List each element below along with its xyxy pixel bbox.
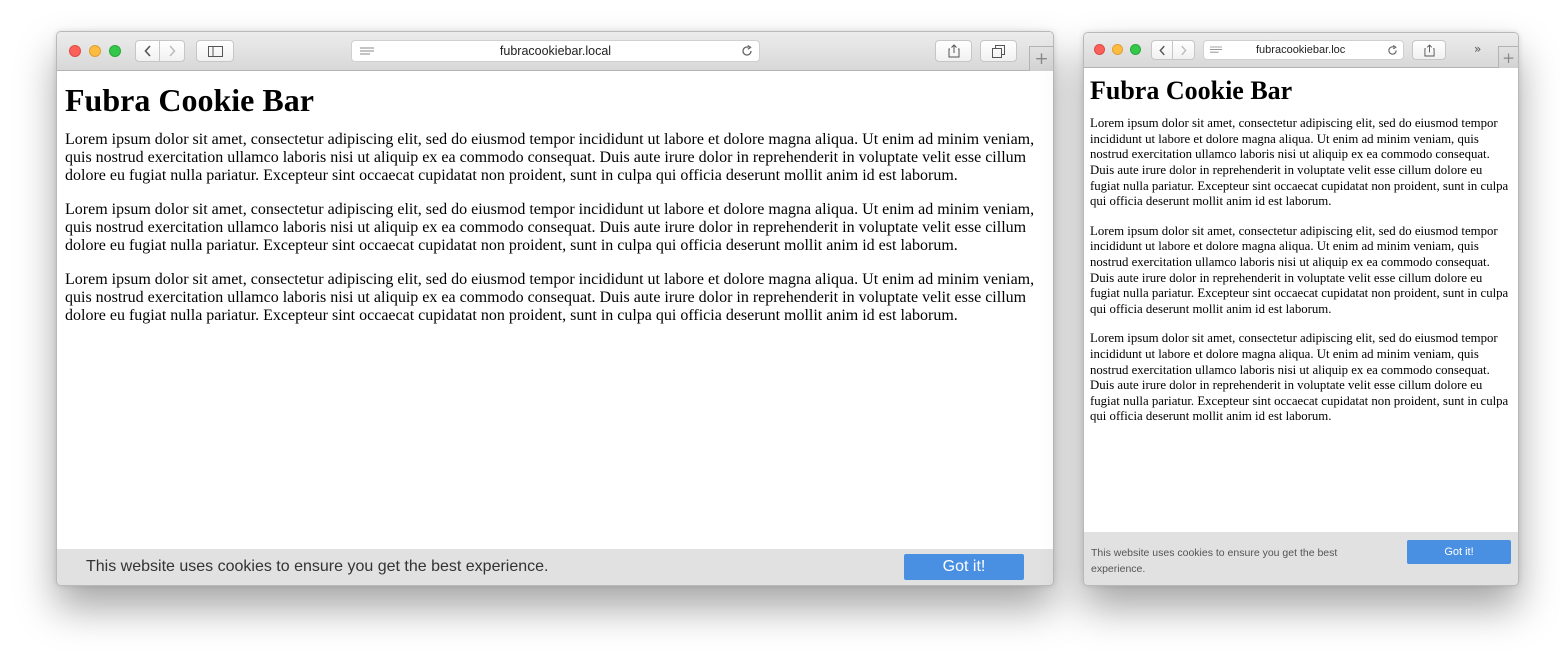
navigation-buttons — [135, 40, 185, 62]
new-tab-button[interactable]: + — [1029, 46, 1053, 71]
browser-toolbar: fubracookiebar.local + — [57, 32, 1053, 71]
close-window-button[interactable] — [69, 45, 81, 57]
back-button[interactable] — [135, 40, 160, 62]
plus-icon: + — [1502, 48, 1515, 67]
address-bar[interactable]: fubracookiebar.loc — [1203, 40, 1404, 60]
reload-icon[interactable] — [741, 45, 753, 57]
reader-icon[interactable] — [360, 47, 374, 56]
forward-button[interactable] — [1173, 40, 1195, 60]
paragraph: Lorem ipsum dolor sit amet, consectetur … — [1090, 331, 1509, 424]
overflow-button[interactable]: » — [1474, 42, 1481, 56]
cookie-bar: This website uses cookies to ensure you … — [57, 549, 1053, 585]
sidebar-button[interactable] — [196, 40, 234, 62]
paragraph: Lorem ipsum dolor sit amet, consectetur … — [65, 201, 1035, 255]
share-button[interactable] — [1412, 40, 1446, 60]
tabs-overview-icon — [992, 44, 1005, 58]
forward-button[interactable] — [160, 40, 185, 62]
paragraph: Lorem ipsum dolor sit amet, consectetur … — [65, 271, 1035, 325]
double-chevron-icon: » — [1474, 42, 1482, 56]
new-tab-button[interactable]: + — [1498, 46, 1518, 68]
tabs-overview-button[interactable] — [980, 40, 1017, 62]
chevron-right-icon — [169, 45, 176, 57]
address-bar[interactable]: fubracookiebar.local — [351, 40, 760, 62]
url-text: fubracookiebar.loc — [1256, 44, 1346, 56]
plus-icon: + — [1034, 49, 1049, 69]
zoom-window-button[interactable] — [1130, 44, 1141, 55]
url-text: fubracookiebar.local — [499, 44, 612, 58]
page-content: Fubra Cookie Bar Lorem ipsum dolor sit a… — [57, 71, 1053, 549]
page-title: Fubra Cookie Bar — [1090, 76, 1293, 105]
window-controls — [1094, 44, 1141, 55]
window-controls — [69, 45, 121, 57]
reader-icon[interactable] — [1210, 46, 1222, 54]
reload-icon[interactable] — [1387, 44, 1398, 56]
cookie-bar: This website uses cookies to ensure you … — [1084, 532, 1518, 585]
paragraph: Lorem ipsum dolor sit amet, consectetur … — [1090, 223, 1509, 316]
paragraph: Lorem ipsum dolor sit amet, consectetur … — [1090, 116, 1509, 209]
page-title: Fubra Cookie Bar — [65, 82, 314, 118]
chevron-right-icon — [1181, 45, 1187, 55]
minimize-window-button[interactable] — [1112, 44, 1123, 55]
share-icon — [948, 44, 959, 58]
minimize-window-button[interactable] — [89, 45, 101, 57]
browser-toolbar: fubracookiebar.loc » + — [1084, 33, 1518, 68]
share-button[interactable] — [935, 40, 972, 62]
share-icon — [1423, 43, 1435, 56]
close-window-button[interactable] — [1094, 44, 1105, 55]
cookie-message: This website uses cookies to ensure you … — [1091, 547, 1338, 575]
browser-window-desktop: fubracookiebar.local + Fubra Cookie Bar … — [56, 31, 1054, 586]
page-content: Fubra Cookie Bar Lorem ipsum dolor sit a… — [1084, 68, 1518, 532]
browser-window-mobile: fubracookiebar.loc » + Fubra Cookie Bar … — [1083, 32, 1519, 586]
chevron-left-icon — [1158, 45, 1165, 55]
accept-cookies-button[interactable]: Got it! — [1407, 540, 1511, 564]
back-button[interactable] — [1151, 40, 1173, 60]
zoom-window-button[interactable] — [109, 45, 121, 57]
paragraph: Lorem ipsum dolor sit amet, consectetur … — [65, 131, 1035, 185]
accept-cookies-button[interactable]: Got it! — [904, 554, 1024, 580]
cookie-message: This website uses cookies to ensure you … — [86, 558, 549, 575]
navigation-buttons — [1151, 40, 1195, 60]
chevron-left-icon — [143, 45, 151, 57]
sidebar-icon — [207, 45, 223, 57]
